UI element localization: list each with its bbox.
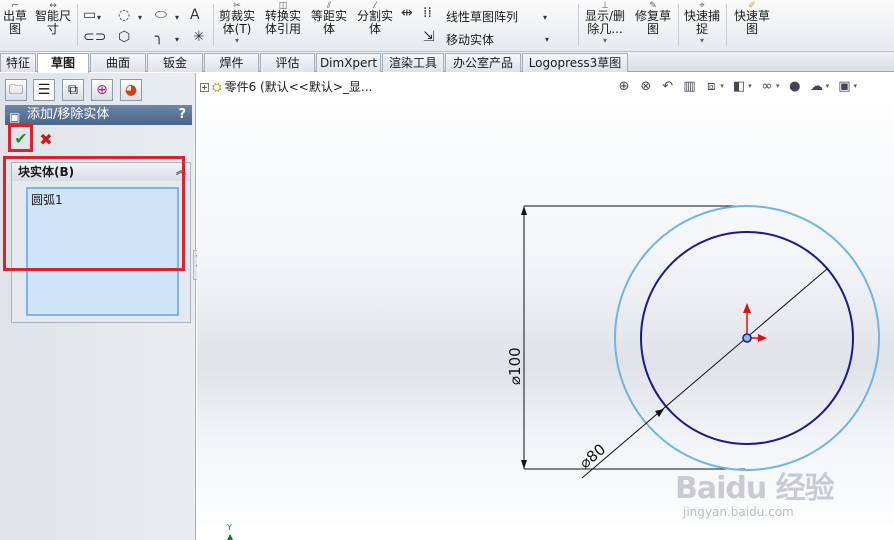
cancel-button[interactable]: ✖	[36, 130, 56, 150]
trim-entities-button[interactable]: ✂ 剪裁实 体(T) ▾	[216, 2, 258, 46]
convert-entities-button[interactable]: ◫ 转换实 体引用	[262, 2, 304, 36]
dimension-d80[interactable]: ⌀80	[576, 440, 609, 472]
move-entities-button[interactable]: 移动实体	[446, 31, 494, 48]
tab-dimxpert[interactable]: DimXpert	[316, 53, 381, 72]
display-manager-tab-icon[interactable]: ◕	[120, 79, 142, 101]
text-icon[interactable]: A	[190, 8, 200, 22]
ribbon-separator	[578, 4, 579, 46]
mirror-icon[interactable]: ⇹	[401, 6, 413, 20]
convert-label: 转换实 体引用	[264, 9, 301, 36]
repair-label: 修复草 图	[634, 9, 671, 36]
quick-snaps-label: 快速捕 捉	[683, 9, 720, 36]
repair-sketch-button[interactable]: ✎ 修复草 图	[632, 2, 674, 36]
ellipse-icon[interactable]: ⬭	[155, 8, 167, 22]
watermark-logo: Baidu 经验	[675, 471, 835, 506]
fillet-icon[interactable]: ╮	[155, 30, 163, 44]
offset-entities-button[interactable]: ⫽ 等距实 体	[308, 2, 350, 36]
move-entities-icon[interactable]: ⇲	[423, 30, 435, 44]
rectangle-icon[interactable]: ▭	[83, 8, 96, 22]
polygon-icon[interactable]: ⬡	[118, 30, 130, 44]
dimension-d100[interactable]: ⌀100	[506, 347, 524, 385]
watermark-url: jingyan.baidu.com	[683, 505, 794, 519]
property-manager-header: ▣ 添加/移除实体 ?	[5, 105, 192, 125]
quick-snaps-dropdown-icon: ▾	[699, 36, 704, 45]
rapid-sketch-button[interactable]: ✐ 快速草 图	[730, 2, 774, 36]
display-delete-relations-button[interactable]: ⊥ 显示/删 除几... ▾	[582, 2, 628, 46]
tab-features[interactable]: 特征	[0, 53, 36, 72]
property-manager-title: 添加/移除实体	[27, 107, 110, 122]
triad-y-label: Y	[227, 523, 232, 532]
highlight-box-group	[3, 156, 185, 271]
configuration-manager-tab-icon[interactable]: ⧉	[62, 79, 84, 101]
dimension-arrow-bottom	[521, 460, 527, 469]
watermark: Baidu 经验 jingyan.baidu.com	[675, 463, 835, 519]
ribbon-separator	[213, 4, 214, 46]
arc-icon[interactable]: ◌	[118, 8, 130, 22]
split-entities-button[interactable]: ⁄ 分割实 体	[354, 2, 396, 36]
display-delete-label: 显示/删 除几...	[584, 9, 626, 36]
center-point[interactable]	[742, 333, 752, 343]
origin-x-arrow	[758, 334, 767, 342]
dimxpert-manager-tab-icon[interactable]: ⊕	[91, 79, 113, 101]
tab-weldments[interactable]: 焊件	[204, 53, 259, 72]
origin-y-arrow	[743, 303, 751, 313]
dimension-arrow-top	[521, 206, 527, 215]
feature-tree-tab-icon[interactable]: 🗀	[5, 79, 27, 101]
linear-pattern-icon[interactable]: ⁞⁞	[423, 6, 432, 20]
tab-render-tools[interactable]: 渲染工具	[382, 53, 444, 72]
graphics-area[interactable]: + ⛭ 零件6 (默认<<默认>_显... ⊕ ⊗ ↶ ▥ ⧈ ▾ ◧ ▾ ∞ ▾ ● ☁…	[197, 73, 894, 540]
dimension-arrow-d80	[655, 409, 664, 417]
trim-dropdown-icon: ▾	[234, 36, 239, 45]
close-icon: ✖	[39, 130, 53, 149]
display-delete-dropdown-icon: ▾	[602, 36, 607, 45]
highlight-box-ok	[8, 124, 33, 152]
linear-pattern-dropdown-icon[interactable]: ▾	[543, 11, 547, 25]
move-dropdown-icon[interactable]: ▾	[545, 33, 549, 47]
exit-sketch-label: 出草 图	[2, 9, 27, 36]
help-button[interactable]: ?	[178, 105, 186, 125]
arc-dropdown-icon[interactable]: ▾	[138, 11, 142, 25]
ribbon-separator	[726, 4, 727, 46]
ribbon-toolbar: ⌐ 出草 图 ↔ 智能尺 寸 ▭ ▾ ◌ ▾ ⬭ ▾ A ⊂⊃ ⬡ ╮ ▾ ✳ …	[0, 0, 894, 52]
smart-dimension-label: 智能尺 寸	[34, 9, 71, 36]
linear-pattern-button[interactable]: 线性草图阵列	[446, 8, 518, 25]
quick-snaps-button[interactable]: ⌖ 快速捕 捉 ▾	[681, 2, 723, 46]
tab-office-products[interactable]: 办公室产品	[445, 53, 521, 72]
ellipse-dropdown-icon[interactable]: ▾	[175, 11, 179, 25]
offset-label: 等距实 体	[310, 9, 347, 36]
tab-sketch[interactable]: 草图	[37, 53, 89, 73]
dimension-line-d80[interactable]	[581, 268, 828, 479]
exit-sketch-button[interactable]: ⌐ 出草 图	[0, 2, 30, 36]
tab-evaluate[interactable]: 评估	[260, 53, 315, 72]
fillet-dropdown-icon[interactable]: ▾	[175, 33, 179, 47]
slot-icon[interactable]: ⊂⊃	[83, 30, 106, 44]
tab-sheet-metal[interactable]: 钣金	[147, 53, 203, 72]
property-manager-panel: 🗀 ☰ ⧉ ⊕ ◕ ▣ 添加/移除实体 ? ✔ ✖ 块实体(B) ︽ 圆弧1	[0, 73, 196, 540]
ribbon-separator	[678, 4, 679, 46]
command-manager-tabs: 特征 草图 曲面 钣金 焊件 评估 DimXpert 渲染工具 办公室产品 Lo…	[0, 52, 894, 73]
point-icon[interactable]: ✳	[193, 30, 205, 44]
smart-dimension-button[interactable]: ↔ 智能尺 寸	[33, 2, 73, 36]
rapid-sketch-label: 快速草 图	[733, 9, 770, 36]
reference-triad: Y ▲	[227, 523, 234, 540]
ribbon-separator	[77, 4, 78, 46]
tab-logopress3-sketch[interactable]: Logopress3草图	[522, 53, 628, 72]
split-label: 分割实 体	[356, 9, 393, 36]
property-manager-tab-icon[interactable]: ☰	[33, 79, 55, 101]
trim-label: 剪裁实 体(T)	[218, 9, 255, 36]
rectangle-dropdown-icon[interactable]: ▾	[97, 11, 101, 25]
tab-surfaces[interactable]: 曲面	[90, 53, 146, 72]
